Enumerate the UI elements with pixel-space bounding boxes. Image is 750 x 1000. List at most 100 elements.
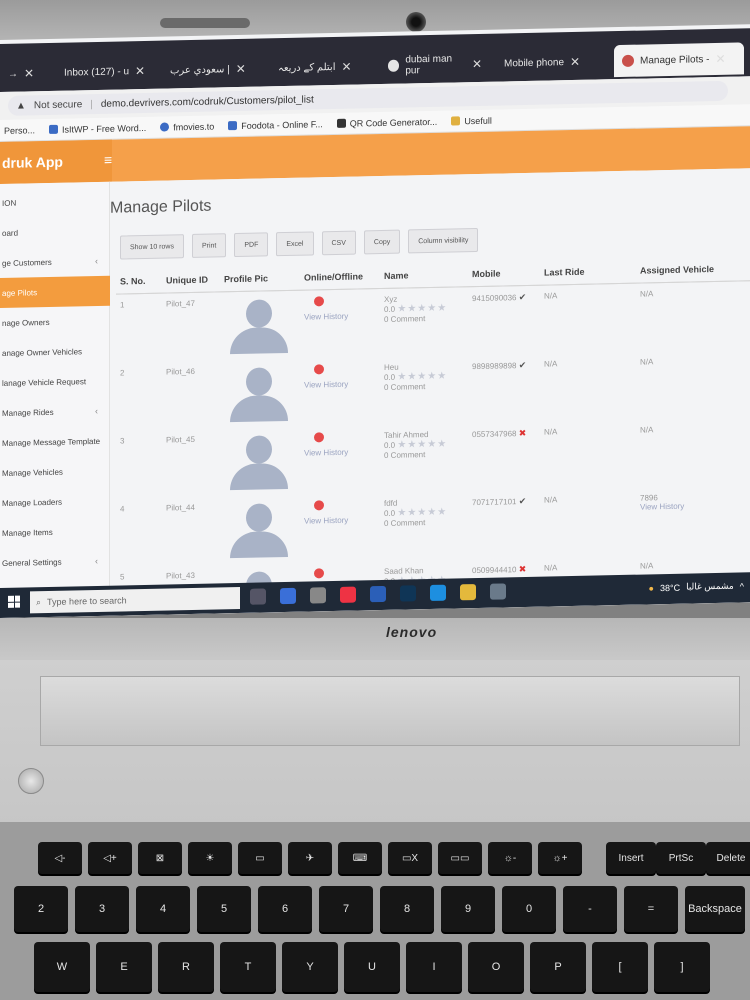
keyboard-key[interactable]: 7	[319, 886, 373, 932]
keyboard-key[interactable]: ☼+	[538, 842, 582, 874]
show-rows-button[interactable]: Show 10 rows	[120, 234, 184, 260]
view-history-link[interactable]: View History	[304, 515, 376, 525]
chrome-icon[interactable]	[340, 586, 356, 603]
col-profile-pic[interactable]: Profile Pic	[220, 265, 300, 292]
close-icon[interactable]: ✕	[135, 64, 145, 78]
word-icon[interactable]	[370, 585, 386, 603]
tab-saudi[interactable]: سعودي عرب | ✕	[162, 53, 262, 87]
keyboard-key[interactable]: ◁+	[88, 842, 132, 874]
sidebar-item[interactable]: Manage Loaders	[0, 486, 110, 518]
keyboard-key[interactable]: Delete	[706, 842, 750, 874]
col-online-offline[interactable]: Online/Offline	[300, 264, 380, 290]
app-icon[interactable]	[490, 583, 506, 600]
keyboard-key[interactable]: =	[624, 886, 678, 932]
power-button[interactable]	[18, 768, 44, 794]
keyboard-key[interactable]: 8	[380, 886, 434, 932]
copy-button[interactable]: Copy	[363, 229, 401, 255]
keyboard-key[interactable]: 3	[75, 886, 129, 932]
close-icon[interactable]: ✕	[715, 52, 725, 66]
keyboard-key[interactable]: PrtSc	[656, 842, 706, 874]
view-history-link[interactable]: View History	[304, 311, 376, 321]
sidebar-item[interactable]: lanage Vehicle Request	[0, 366, 110, 398]
pdf-button[interactable]: PDF	[234, 232, 269, 258]
calculator-icon[interactable]	[310, 587, 326, 604]
forward-icon[interactable]: →	[8, 68, 18, 79]
keyboard-key[interactable]: Y	[282, 942, 338, 992]
bookmark-item[interactable]: fmovies.to	[160, 121, 214, 132]
keyboard-key[interactable]: ☼-	[488, 842, 532, 874]
keyboard-key[interactable]: ▭▭	[438, 842, 482, 874]
keyboard-key[interactable]: 5	[197, 886, 251, 932]
view-history-link[interactable]: View History	[304, 447, 376, 457]
col-assigned-vehicle[interactable]: Assigned Vehicle	[636, 256, 750, 283]
keyboard-key[interactable]: E	[96, 942, 152, 992]
col-sno[interactable]: S. No.	[116, 268, 162, 294]
keyboard-key[interactable]: 6	[258, 886, 312, 932]
vehicle-history-link[interactable]: View History	[640, 500, 746, 511]
tab-manage-pilots[interactable]: Manage Pilots - ✕	[614, 42, 744, 78]
col-mobile[interactable]: Mobile	[468, 260, 540, 287]
keyboard-key[interactable]: 2	[14, 886, 68, 932]
sidebar-item[interactable]: Manage Items	[0, 516, 110, 548]
keyboard-key[interactable]: ⊠	[138, 842, 182, 874]
menu-icon[interactable]: ≡	[104, 152, 112, 168]
col-unique-id[interactable]: Unique ID	[162, 267, 220, 293]
tab-mobile-phone[interactable]: Mobile phone ✕	[496, 45, 614, 79]
photoshop-icon[interactable]	[400, 585, 416, 602]
keyboard-key[interactable]: ▭X	[388, 842, 432, 874]
sidebar-item[interactable]: nage Owners	[0, 306, 110, 338]
close-icon[interactable]: ✕	[24, 66, 34, 80]
keyboard-key[interactable]: 4	[136, 886, 190, 932]
close-icon[interactable]: ✕	[236, 62, 246, 76]
keyboard-key[interactable]: T	[220, 942, 276, 992]
keyboard-key[interactable]: ☀	[188, 842, 232, 874]
column-visibility-button[interactable]: Column visibility	[408, 227, 479, 254]
keyboard-key[interactable]: Backspace	[685, 886, 745, 932]
cortana-icon[interactable]	[280, 587, 296, 605]
sidebar-item[interactable]: General Settings ‹	[0, 546, 110, 578]
bookmark-item[interactable]: Usefull	[451, 115, 492, 126]
keyboard-key[interactable]: I	[406, 942, 462, 992]
csv-button[interactable]: CSV	[321, 230, 356, 256]
task-view-icon[interactable]	[250, 588, 266, 605]
print-button[interactable]: Print	[191, 233, 227, 258]
sidebar-item[interactable]: ION	[0, 186, 110, 218]
sidebar-item[interactable]: oard	[0, 216, 110, 248]
sidebar-item[interactable]: Manage Message Template	[0, 426, 110, 458]
sidebar-item[interactable]: anage Owner Vehicles	[0, 336, 110, 368]
keyboard-key[interactable]: R	[158, 942, 214, 992]
close-icon[interactable]: ✕	[472, 57, 482, 71]
keyboard-key[interactable]: ◁-	[38, 842, 82, 874]
col-name[interactable]: Name	[380, 262, 468, 289]
keyboard-key[interactable]: ]	[654, 942, 710, 992]
keyboard-key[interactable]: ⌨	[338, 842, 382, 874]
keyboard-key[interactable]: 9	[441, 886, 495, 932]
tab-back-forward[interactable]: → ✕	[0, 57, 60, 90]
taskbar-search[interactable]: ⌕ Type here to search	[30, 586, 240, 614]
windows-start-icon[interactable]	[8, 595, 20, 608]
bookmark-item[interactable]: QR Code Generator...	[336, 116, 437, 128]
keyboard-key[interactable]: U	[344, 942, 400, 992]
tab-dubai[interactable]: dubai man pur ✕	[380, 48, 490, 82]
bookmark-item[interactable]: IsItWP - Free Word...	[49, 122, 146, 134]
chevron-up-icon[interactable]: ^	[740, 581, 744, 591]
close-icon[interactable]: ✕	[570, 55, 580, 69]
keyboard-key[interactable]: -	[563, 886, 617, 932]
col-last-ride[interactable]: Last Ride	[540, 258, 636, 285]
sidebar-item[interactable]: Manage Vehicles	[0, 456, 110, 488]
keyboard-key[interactable]: W	[34, 942, 90, 992]
sidebar-item[interactable]: ge Customers ‹	[0, 246, 110, 278]
bookmark-item[interactable]: Foodota - Online F...	[228, 119, 323, 131]
keyboard-key[interactable]: 0	[502, 886, 556, 932]
tab-inbox[interactable]: Inbox (127) - u ✕	[56, 55, 156, 89]
sidebar-item[interactable]: Manage Rides ‹	[0, 396, 110, 428]
edge-icon[interactable]	[430, 584, 446, 601]
file-explorer-icon[interactable]	[460, 584, 476, 601]
tab-urdu[interactable]: ابتلم کے دریعہ ✕	[270, 50, 380, 84]
close-icon[interactable]: ✕	[341, 60, 351, 74]
keyboard-key[interactable]: P	[530, 942, 586, 992]
keyboard-key[interactable]: [	[592, 942, 648, 992]
view-history-link[interactable]: View History	[304, 379, 376, 389]
keyboard-key[interactable]: ✈	[288, 842, 332, 874]
excel-button[interactable]: Excel	[276, 231, 314, 257]
